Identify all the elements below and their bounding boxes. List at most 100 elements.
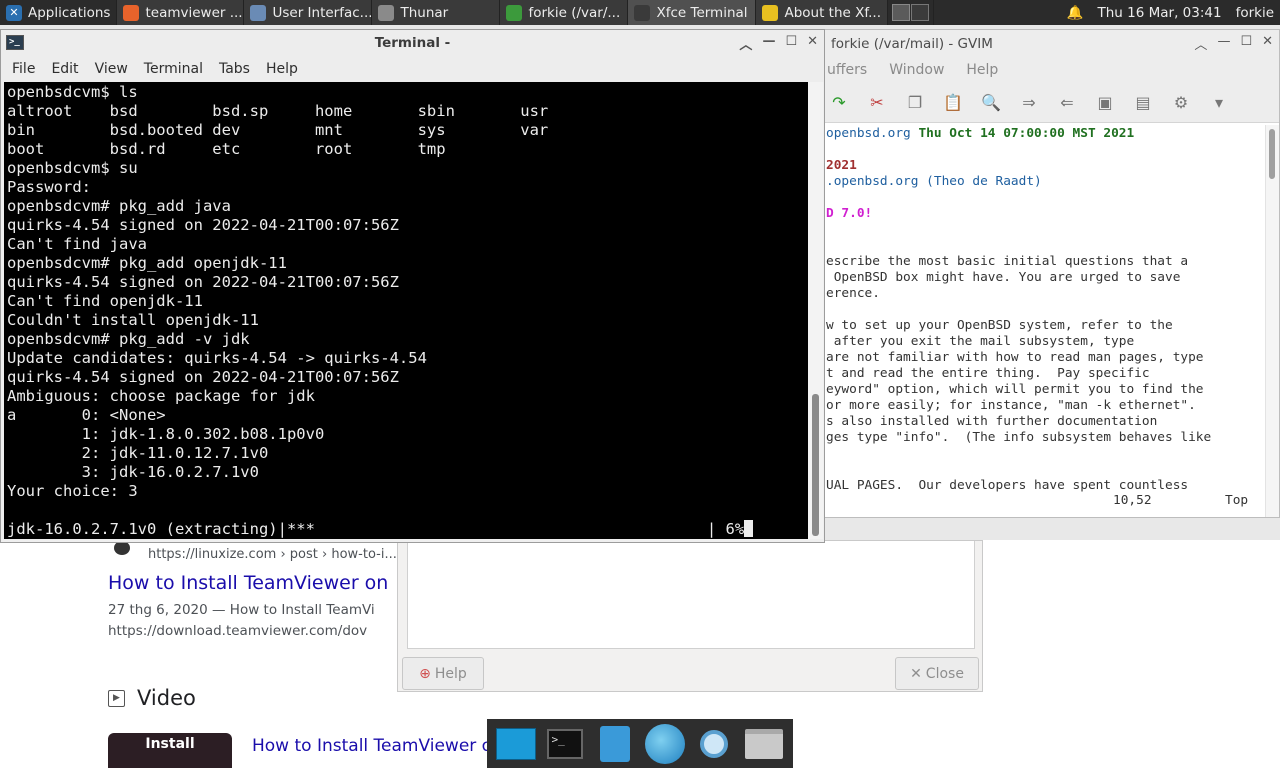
terminal-titlebar[interactable]: >_ Terminal - ︿ — ☐ ✕ [1, 30, 824, 56]
terminal-line: Ambiguous: choose package for jdk [7, 387, 315, 405]
minimize-icon[interactable]: — [1217, 34, 1230, 53]
terminal-screen[interactable]: openbsdcvm$ ls altroot bsd bsd.sp home sb… [4, 82, 808, 539]
notification-bell-icon[interactable]: 🔔 [1067, 5, 1084, 21]
web-browser-icon[interactable] [644, 723, 686, 765]
terminal-line: Your choice: 3 [7, 482, 138, 500]
gvim-menu-help[interactable]: Help [966, 62, 998, 78]
top-panel: ✕ Applications teamviewer ... User Interf… [0, 0, 1280, 25]
close-button[interactable]: ✕ Close [895, 657, 979, 690]
workspace-switcher[interactable] [888, 0, 935, 25]
user-name[interactable]: forkie [1236, 5, 1274, 21]
gvim-toolbar: ↷ ✂ ❐ 📋 🔍 ⇒ ⇐ ▣ ▤ ⚙ ▾ [813, 83, 1279, 123]
task-button[interactable]: teamviewer ... [117, 0, 245, 25]
menu-help[interactable]: Help [258, 61, 306, 77]
menu-edit[interactable]: Edit [43, 61, 86, 77]
copy-icon[interactable]: ❐ [903, 91, 927, 115]
editor-line: or more easily; for instance, "man -k et… [826, 398, 1196, 414]
editor-text: escribe the most basic initial questions… [826, 254, 1189, 269]
terminal-line: 2: jdk-11.0.12.7.1v0 [7, 444, 269, 462]
task-button[interactable]: Xfce Terminal [628, 0, 757, 25]
terminal-line: openbsdcvm# pkg_add -v jdk [7, 330, 250, 348]
terminal-line: Can't find java [7, 235, 147, 253]
editor-line: eyword" option, which will permit you to… [826, 382, 1204, 398]
video-thumb-label: Install [145, 736, 195, 752]
task-button[interactable]: About the Xf... [756, 0, 889, 25]
search-icon[interactable] [693, 723, 735, 765]
editor-text: openbsd.org [826, 126, 919, 141]
result-url[interactable]: https://linuxize.com › post › how-to-i..… [148, 547, 397, 562]
applications-menu[interactable]: ✕ Applications [0, 0, 118, 25]
editor-line: are not familiar with how to read man pa… [826, 350, 1204, 366]
redo-icon[interactable]: ↷ [827, 91, 851, 115]
editor-line: t and read the entire thing. Pay specifi… [826, 366, 1150, 382]
editor-line: openbsd.org Thu Oct 14 07:00:00 MST 2021 [826, 126, 1134, 142]
maximize-icon[interactable]: ☐ [1240, 34, 1252, 53]
terminal-cursor [744, 520, 754, 537]
gvim-menu-buffers[interactable]: uffers [827, 62, 867, 78]
terminal-line: 1: jdk-1.8.0.302.b08.1p0v0 [7, 425, 325, 443]
editor-text: w to set up your OpenBSD system, refer t… [826, 318, 1173, 333]
close-icon[interactable]: ✕ [1262, 34, 1273, 53]
editor-text: OpenBSD box might have. [826, 270, 1019, 285]
menu-tabs[interactable]: Tabs [211, 61, 258, 77]
chevron-up-icon[interactable]: ︿ [1194, 34, 1207, 53]
terminal-window: >_ Terminal - ︿ — ☐ ✕ File Edit View Ter… [0, 29, 825, 543]
editor-text: are not familiar with how to read man pa… [826, 350, 1204, 365]
terminal-launcher-icon[interactable]: >_ [544, 723, 586, 765]
folder-icon[interactable] [743, 723, 785, 765]
editor-line: 2021 [826, 158, 857, 174]
task-label: Xfce Terminal [656, 4, 748, 21]
run-script-icon[interactable]: ⚙ [1169, 91, 1193, 115]
find-prev-icon[interactable]: ⇐ [1055, 91, 1079, 115]
find-replace-icon[interactable]: 🔍 [979, 91, 1003, 115]
gvim-scrollbar[interactable] [1265, 125, 1279, 517]
task-label: About the Xf... [784, 4, 882, 21]
terminal-line: quirks-4.54 signed on 2022-04-21T00:07:5… [7, 368, 399, 386]
video-thumbnail[interactable]: Install [108, 733, 232, 768]
task-button[interactable]: forkie (/var/... [500, 0, 629, 25]
editor-text: 2021 [826, 158, 857, 173]
task-button[interactable]: Thunar [372, 0, 501, 25]
gvim-menu-window[interactable]: Window [889, 62, 944, 78]
help-button[interactable]: ⊕ Help [402, 657, 484, 690]
menu-file[interactable]: File [4, 61, 43, 77]
paste-icon[interactable]: 📋 [941, 91, 965, 115]
chevron-up-icon[interactable]: ︿ [739, 34, 752, 53]
help-label: Help [434, 665, 467, 682]
site-favicon-icon [114, 541, 130, 555]
load-session-icon[interactable]: ▣ [1093, 91, 1117, 115]
save-session-icon[interactable]: ▤ [1131, 91, 1155, 115]
gvim-editor[interactable]: openbsd.org Thu Oct 14 07:00:00 MST 2021… [813, 125, 1265, 505]
help-icon: ⊕ [419, 665, 431, 682]
clock[interactable]: Thu 16 Mar, 03:41 [1097, 5, 1221, 21]
terminal-line: Can't find openjdk-11 [7, 292, 203, 310]
firefox-icon [123, 4, 140, 21]
task-button[interactable]: User Interfac... [244, 0, 373, 25]
terminal-line: openbsdcvm$ ls [7, 83, 138, 101]
editor-text: You are urged to save [1018, 270, 1181, 285]
task-label: User Interfac... [272, 4, 373, 21]
terminal-line: openbsdcvm# pkg_add java [7, 197, 231, 215]
maximize-icon[interactable]: ☐ [785, 34, 797, 53]
result-title-link[interactable]: How to Install TeamViewer on [108, 572, 408, 594]
file-manager-launcher-icon[interactable] [594, 723, 636, 765]
vim-icon [506, 4, 523, 21]
gvim-window: forkie (/var/mail) - GVIM ︿ — ☐ ✕ uffers… [812, 29, 1280, 518]
menu-terminal[interactable]: Terminal [136, 61, 211, 77]
menu-view[interactable]: View [87, 61, 136, 77]
video-title-link[interactable]: How to Install TeamViewer on [252, 736, 492, 756]
minimize-icon[interactable]: — [762, 34, 775, 53]
close-icon[interactable]: ✕ [807, 34, 818, 53]
terminal-scrollbar[interactable] [808, 82, 823, 539]
gvim-titlebar[interactable]: forkie (/var/mail) - GVIM ︿ — ☐ ✕ [813, 30, 1279, 57]
find-next-icon[interactable]: ⇒ [1017, 91, 1041, 115]
close-icon: ✕ [910, 665, 922, 682]
cut-icon[interactable]: ✂ [865, 91, 889, 115]
terminal-line: Couldn't install openjdk-11 [7, 311, 259, 329]
video-play-icon: ▶ [108, 689, 125, 707]
terminal-line: altroot bsd bsd.sp home sbin usr [7, 102, 549, 120]
show-desktop-icon[interactable] [495, 723, 537, 765]
close-label: Close [925, 665, 964, 682]
editor-line: ges type "info". (The info subsystem beh… [826, 430, 1211, 446]
toolbar-overflow-icon[interactable]: ▾ [1207, 91, 1231, 115]
